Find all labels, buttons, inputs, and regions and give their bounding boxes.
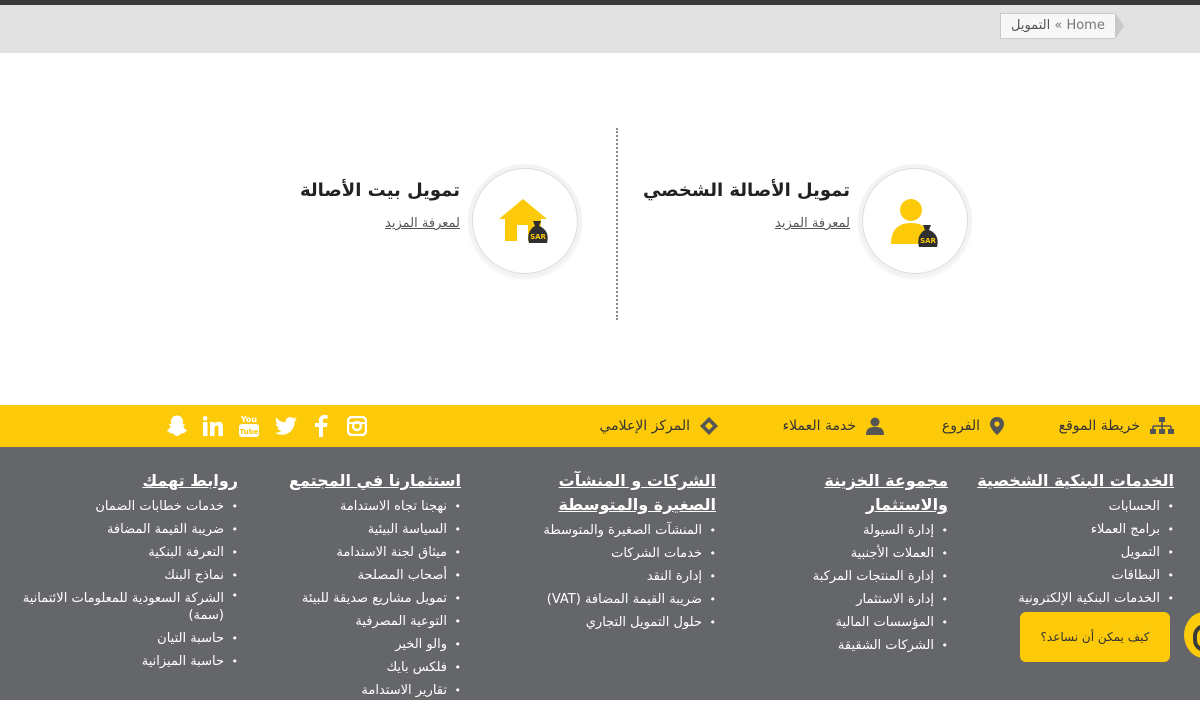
breadcrumb-separator: »: [1054, 18, 1063, 33]
footer-col-useful-links: روابط تهمك خدمات خطابات الضمان ضريبة الق…: [10, 469, 238, 673]
footer-link[interactable]: الخدمات البنكية الإلكترونية: [974, 587, 1174, 610]
personal-finance-more-link[interactable]: لمعرفة المزيد: [775, 216, 850, 231]
footer-link[interactable]: أصحاب المصلحة: [281, 564, 461, 587]
branches-label: الفروع: [941, 418, 980, 434]
user-icon: [866, 417, 884, 435]
footer-link[interactable]: إدارة السيولة: [748, 519, 948, 542]
home-finance-more-link[interactable]: لمعرفة المزيد: [385, 216, 460, 231]
footer-link[interactable]: والو الخير: [281, 633, 461, 656]
sitemap-icon: [1150, 417, 1174, 434]
footer-link[interactable]: المنشآت الصغيرة والمتوسطة: [516, 519, 716, 542]
media-center-label: المركز الإعلامي: [599, 418, 690, 434]
customer-service-link[interactable]: خدمة العملاء: [783, 405, 884, 447]
footer-link[interactable]: البطاقات: [974, 564, 1174, 587]
footer-col-corporate-sme: الشركات و المنشآت الصغيرة والمتوسطة المن…: [516, 469, 716, 634]
footer-link[interactable]: فلكس بايك: [281, 656, 461, 679]
branches-link[interactable]: الفروع: [942, 405, 1004, 447]
snapchat-icon[interactable]: [166, 415, 188, 437]
customer-service-label: خدمة العملاء: [782, 418, 856, 434]
footer-link[interactable]: حلول التمويل التجاري: [516, 611, 716, 634]
footer-col-personal-banking: الخدمات البنكية الشخصية الحسابات برامج ا…: [974, 469, 1174, 610]
footer-link[interactable]: ضريبة القيمة المضافة (VAT): [516, 588, 716, 611]
footer-col-community: استثمارنا في المجتمع نهجنا تجاه الاستدام…: [281, 469, 461, 702]
breadcrumb-home[interactable]: Home: [1066, 18, 1104, 33]
footer-link[interactable]: الشركات الشقيقة: [748, 634, 948, 657]
footer-link[interactable]: المؤسسات المالية: [748, 611, 948, 634]
footer-link[interactable]: السياسة البيئية: [281, 518, 461, 541]
footer-col-treasury: مجموعة الخزينة والاستثمار إدارة السيولة …: [748, 469, 948, 657]
twitter-icon[interactable]: [275, 415, 297, 437]
breadcrumb: Home » التمويل: [1000, 13, 1124, 39]
footer-heading[interactable]: الشركات و المنشآت الصغيرة والمتوسطة: [516, 469, 716, 517]
footer-link[interactable]: ضريبة القيمة المضافة: [10, 518, 238, 541]
person-sar-icon: SAR: [891, 199, 938, 247]
instagram-icon[interactable]: [346, 415, 368, 437]
sar-badge: SAR: [530, 233, 546, 241]
map-pin-icon: [990, 417, 1004, 435]
footer-link[interactable]: خدمات الشركات: [516, 542, 716, 565]
footer-heading[interactable]: مجموعة الخزينة والاستثمار: [748, 469, 948, 517]
footer-link[interactable]: تقارير الاستدامة: [281, 679, 461, 702]
sar-badge: SAR: [920, 237, 936, 245]
footer-link[interactable]: تمويل مشاريع صديقة للبيئة: [281, 587, 461, 610]
footer-heading[interactable]: روابط تهمك: [10, 469, 238, 493]
footer-link[interactable]: التمويل: [974, 541, 1174, 564]
diamond-icon: [700, 417, 718, 435]
footer-link[interactable]: نهجنا تجاه الاستدامة: [281, 495, 461, 518]
footer-link[interactable]: ميثاق لجنة الاستدامة: [281, 541, 461, 564]
footer-link[interactable]: التوعية المصرفية: [281, 610, 461, 633]
house-sar-icon: SAR: [499, 199, 548, 243]
footer-link[interactable]: حاسبة الميزانية: [10, 650, 238, 673]
chat-prompt-text: كيف يمكن أن نساعد؟: [1040, 630, 1150, 644]
home-finance-icon-circle[interactable]: SAR: [472, 168, 578, 274]
utility-bar: خريطة الموقع الفروع خدمة العملاء المركز …: [0, 405, 1200, 447]
footer: الخدمات البنكية الشخصية الحسابات برامج ا…: [0, 447, 1200, 702]
home-finance-title[interactable]: تمويل بيت الأصالة: [300, 180, 460, 201]
footer-link[interactable]: العملات الأجنبية: [748, 542, 948, 565]
youtube-icon[interactable]: You Tube: [238, 415, 260, 437]
sitemap-link[interactable]: خريطة الموقع: [1059, 405, 1174, 447]
svg-text:You: You: [240, 415, 258, 424]
footer-link[interactable]: التعرفة البنكية: [10, 541, 238, 564]
footer-heading[interactable]: استثمارنا في المجتمع: [281, 469, 461, 493]
chat-prompt-bubble[interactable]: كيف يمكن أن نساعد؟: [1020, 612, 1170, 662]
facebook-icon[interactable]: [310, 415, 332, 437]
breadcrumb-current: التمويل: [1011, 18, 1051, 33]
svg-text:Tube: Tube: [240, 428, 259, 436]
footer-link[interactable]: إدارة المنتجات المركبة: [748, 565, 948, 588]
footer-link[interactable]: نماذج البنك: [10, 564, 238, 587]
footer-link[interactable]: برامج العملاء: [974, 518, 1174, 541]
footer-heading[interactable]: الخدمات البنكية الشخصية: [974, 469, 1174, 493]
personal-finance-icon-circle[interactable]: SAR: [862, 168, 968, 274]
personal-finance-title[interactable]: تمويل الأصالة الشخصي: [643, 180, 850, 201]
products-divider: [616, 128, 618, 320]
breadcrumb-bar: Home » التمويل: [0, 5, 1200, 53]
sitemap-label: خريطة الموقع: [1058, 418, 1140, 434]
footer-link[interactable]: الحسابات: [974, 495, 1174, 518]
footer-link[interactable]: إدارة الاستثمار: [748, 588, 948, 611]
media-center-link[interactable]: المركز الإعلامي: [599, 405, 718, 447]
footer-link[interactable]: الشركة السعودية للمعلومات الائتمانية (سم…: [10, 587, 238, 627]
linkedin-icon[interactable]: [202, 415, 224, 437]
footer-link[interactable]: حاسبة التيان: [10, 627, 238, 650]
footer-link[interactable]: إدارة النقد: [516, 565, 716, 588]
footer-link[interactable]: خدمات خطابات الضمان: [10, 495, 238, 518]
